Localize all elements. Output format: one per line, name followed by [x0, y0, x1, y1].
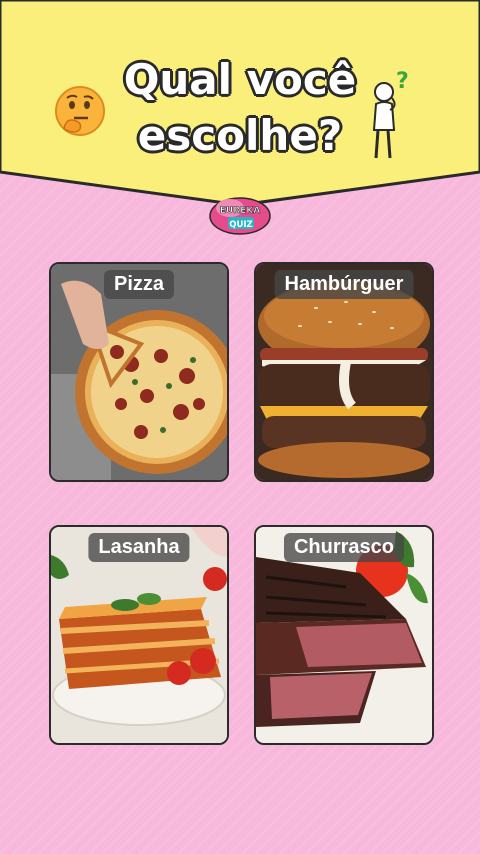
thinking-person-icon: ? — [372, 69, 409, 159]
option-label-hamburguer: Hambúrguer — [274, 270, 414, 299]
title-line-1: Qual você — [123, 55, 357, 104]
option-card-lasanha[interactable]: Lasanha — [49, 525, 229, 745]
option-card-pizza[interactable]: Pizza — [49, 262, 229, 482]
question-mark-icon: ? — [396, 69, 409, 94]
page-title: Qual você escolhe? — [110, 52, 370, 164]
option-card-hamburguer[interactable]: Hambúrguer — [254, 262, 434, 482]
logo-text-1: EUREKA — [220, 206, 261, 216]
option-label-pizza: Pizza — [103, 270, 175, 299]
logo-text-2: QUIZ — [229, 220, 252, 230]
option-label-lasanha: Lasanha — [88, 533, 190, 562]
eureka-quiz-logo: EUREKA QUIZ — [209, 197, 271, 235]
title-line-2: escolhe? — [137, 111, 343, 160]
option-label-churrasco: Churrasco — [283, 533, 405, 562]
option-card-churrasco[interactable]: Churrasco — [254, 525, 434, 745]
thinking-face-icon — [55, 86, 105, 136]
